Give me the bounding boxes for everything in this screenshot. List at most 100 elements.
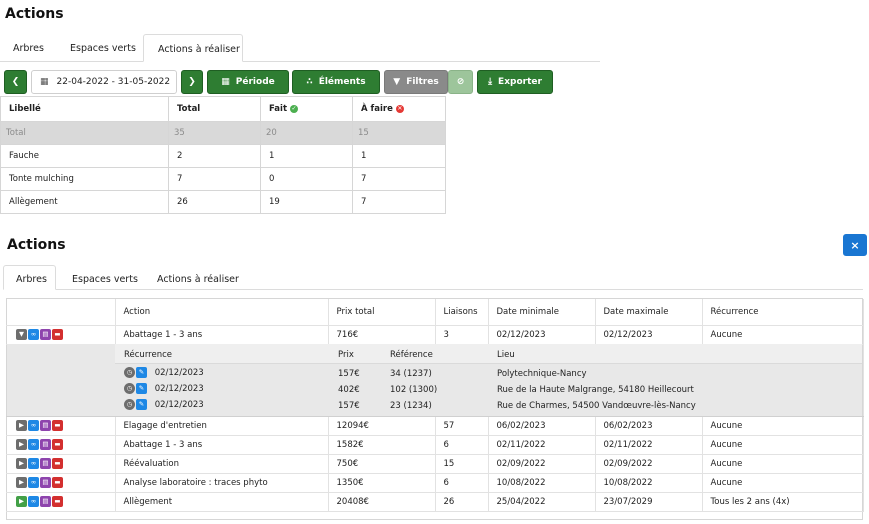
total-total: 35 xyxy=(168,121,261,145)
row-action: Abattage 1 - 3 ans xyxy=(115,435,329,455)
filter-icon: ▼ xyxy=(393,76,401,87)
row-libelle: Tonte mulching xyxy=(0,167,169,191)
row-date-min: 10/08/2022 xyxy=(488,473,596,493)
row-recurrence: Aucune xyxy=(702,454,864,474)
reset-filters-button[interactable]: ⊘ xyxy=(448,70,473,94)
page-title: Actions xyxy=(7,237,66,253)
row-recurrence: Aucune xyxy=(702,416,864,436)
trash-icon[interactable]: ▬ xyxy=(52,329,63,340)
previous-period-button[interactable]: ❮ xyxy=(4,70,27,94)
filtres-button[interactable]: ▼ Filtres xyxy=(384,70,448,94)
recurrence-subtable: Récurrence Prix Référence Lieu ◷ ✎ 02/12/… xyxy=(7,344,862,416)
chevron-right-icon: ❯ xyxy=(188,76,196,87)
sub-header-bar xyxy=(115,344,862,364)
row-recurrence: Tous les 2 ans (4x) xyxy=(702,492,864,512)
row-fait: 0 xyxy=(260,167,353,191)
tab-arbres[interactable]: Arbres xyxy=(3,265,56,290)
clock-icon[interactable]: ◷ xyxy=(124,399,135,410)
row-actions: ▶ ∞ ▤ ▬ xyxy=(6,435,116,455)
document-icon[interactable]: ▤ xyxy=(40,477,51,488)
date-range-picker[interactable]: ▦ 22-04-2022 - 31-05-2022 xyxy=(31,70,177,94)
sub-row-prix: 402€ xyxy=(338,385,360,395)
edit-icon[interactable]: ✎ xyxy=(136,367,147,378)
document-icon[interactable]: ▤ xyxy=(40,496,51,507)
header-liaisons[interactable]: Liaisons xyxy=(435,299,489,326)
elements-label: Éléments xyxy=(318,77,366,87)
exporter-button[interactable]: ⤓ Exporter xyxy=(477,70,553,94)
bottom-panel: Actions × Arbres Espaces verts Actions à… xyxy=(0,232,869,524)
clock-icon[interactable]: ◷ xyxy=(124,367,135,378)
edit-icon[interactable]: ✎ xyxy=(136,383,147,394)
expand-toggle-icon[interactable]: ▶ xyxy=(16,477,27,488)
ban-icon: ⊘ xyxy=(456,76,465,87)
row-a-faire: 7 xyxy=(352,190,446,214)
header-action[interactable]: Action xyxy=(115,299,329,326)
elements-button[interactable]: ∴ Éléments xyxy=(292,70,380,94)
sub-row-reference: 34 (1237) xyxy=(390,369,432,379)
document-icon[interactable]: ▤ xyxy=(40,420,51,431)
tab-actions-a-realiser[interactable]: Actions à réaliser xyxy=(157,274,239,285)
trash-icon[interactable]: ▬ xyxy=(52,439,63,450)
row-total: 26 xyxy=(168,190,261,214)
expand-toggle-icon[interactable]: ▶ xyxy=(16,439,27,450)
download-icon: ⤓ xyxy=(488,76,493,87)
row-date-min: 02/11/2022 xyxy=(488,435,596,455)
link-icon[interactable]: ∞ xyxy=(28,420,39,431)
link-icon[interactable]: ∞ xyxy=(28,477,39,488)
header-fait[interactable]: Fait ✓ xyxy=(260,96,353,122)
collapse-toggle-icon[interactable]: ▼ xyxy=(16,329,27,340)
chevron-left-icon: ❮ xyxy=(11,76,20,87)
sub-row-lieu: Polytechnique-Nancy xyxy=(497,369,587,379)
header-recurrence[interactable]: Récurrence xyxy=(702,299,864,326)
row-liaisons: 6 xyxy=(435,473,489,493)
table-row: ▶ ∞ ▤ ▬ Analyse laboratoire : traces phyto … xyxy=(6,473,864,493)
row-action: Réévaluation xyxy=(115,454,329,474)
row-libelle: Fauche xyxy=(0,144,169,168)
tab-arbres[interactable]: Arbres xyxy=(13,43,44,54)
header-libelle[interactable]: Libellé xyxy=(0,96,169,122)
x-circle-icon: ✕ xyxy=(395,104,404,113)
header-a-faire[interactable]: À faire ✕ xyxy=(352,96,446,122)
next-period-button[interactable]: ❯ xyxy=(181,70,203,94)
table-row: ▶ ∞ ▤ ▬ Réévaluation 750€ 15 02/09/2022 02/… xyxy=(6,454,864,474)
link-icon[interactable]: ∞ xyxy=(28,439,39,450)
row-action: Analyse laboratoire : traces phyto xyxy=(115,473,329,493)
link-icon[interactable]: ∞ xyxy=(28,496,39,507)
trash-icon[interactable]: ▬ xyxy=(52,420,63,431)
expand-toggle-icon[interactable]: ▶ xyxy=(16,420,27,431)
table-row: ▶ ∞ ▤ ▬ Allègement 20408€ 26 25/04/2022 23/… xyxy=(6,492,864,512)
expand-toggle-icon[interactable]: ▶ xyxy=(16,496,27,507)
tab-espaces-verts[interactable]: Espaces verts xyxy=(72,274,138,285)
trash-icon[interactable]: ▬ xyxy=(52,477,63,488)
tab-actions-a-realiser[interactable]: Actions à réaliser xyxy=(143,34,243,62)
sub-row-date: 02/12/2023 xyxy=(154,368,204,378)
expand-toggle-icon[interactable]: ▶ xyxy=(16,458,27,469)
summary-table: Libellé Total Fait ✓ À faire ✕ Total 35 20… xyxy=(0,96,446,214)
header-date-maximale[interactable]: Date maximale xyxy=(595,299,703,326)
row-liaisons: 15 xyxy=(435,454,489,474)
document-icon[interactable]: ▤ xyxy=(40,458,51,469)
periode-button[interactable]: ▦ Période xyxy=(207,70,289,94)
row-liaisons: 26 xyxy=(435,492,489,512)
sub-header-prix: Prix xyxy=(338,350,354,360)
clock-icon[interactable]: ◷ xyxy=(124,383,135,394)
tab-espaces-verts[interactable]: Espaces verts xyxy=(70,43,136,54)
row-prix-total: 750€ xyxy=(328,454,436,474)
table-row: Allègement 26 19 7 xyxy=(0,190,446,214)
close-button[interactable]: × xyxy=(843,234,867,256)
document-icon[interactable]: ▤ xyxy=(40,439,51,450)
header-total[interactable]: Total xyxy=(168,96,261,122)
sitemap-icon: ∴ xyxy=(306,76,313,87)
row-recurrence: Aucune xyxy=(702,473,864,493)
header-prix-total[interactable]: Prix total xyxy=(328,299,436,326)
edit-icon[interactable]: ✎ xyxy=(136,399,147,410)
sub-row-reference: 23 (1234) xyxy=(390,401,432,411)
tabs-divider xyxy=(3,289,863,290)
header-date-minimale[interactable]: Date minimale xyxy=(488,299,596,326)
trash-icon[interactable]: ▬ xyxy=(52,458,63,469)
summary-header-row: Libellé Total Fait ✓ À faire ✕ xyxy=(0,96,446,122)
link-icon[interactable]: ∞ xyxy=(28,329,39,340)
trash-icon[interactable]: ▬ xyxy=(52,496,63,507)
link-icon[interactable]: ∞ xyxy=(28,458,39,469)
document-icon[interactable]: ▤ xyxy=(40,329,51,340)
